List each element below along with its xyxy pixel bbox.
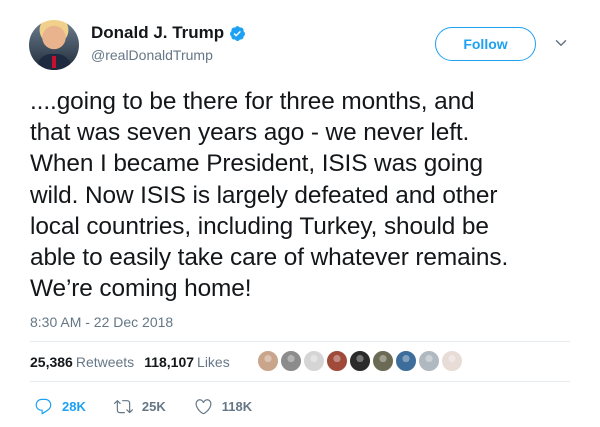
tweet-actions: 28K 25K 118K bbox=[34, 397, 280, 416]
retweets-count: 25,386 bbox=[30, 354, 73, 370]
user-handle[interactable]: @realDonaldTrump bbox=[91, 47, 213, 63]
liker-avatar[interactable] bbox=[441, 350, 463, 372]
reply-button[interactable]: 28K bbox=[34, 397, 86, 416]
avatar-tie bbox=[52, 56, 56, 68]
user-name[interactable]: Donald J. Trump bbox=[91, 23, 224, 43]
likes-label: Likes bbox=[197, 354, 230, 370]
tweet-line: able to easily take care of whatever rem… bbox=[30, 244, 509, 272]
chevron-down-icon[interactable] bbox=[552, 34, 570, 52]
retweet-icon bbox=[113, 400, 133, 414]
follow-button[interactable]: Follow bbox=[435, 27, 536, 61]
liker-avatar[interactable] bbox=[303, 350, 325, 372]
reply-count: 28K bbox=[62, 399, 86, 414]
retweets-label: Retweets bbox=[75, 354, 135, 370]
tweet-line: that was seven years ago - we never left… bbox=[30, 119, 470, 147]
liker-avatar[interactable] bbox=[326, 350, 348, 372]
like-count: 118K bbox=[221, 399, 253, 414]
tweet-text: ....going to be there for three months, … bbox=[30, 86, 585, 304]
user-name-row[interactable]: Donald J. Trump bbox=[91, 23, 246, 43]
verified-badge-icon bbox=[230, 25, 246, 41]
like-button[interactable]: 118K bbox=[194, 397, 252, 416]
retweet-button[interactable]: 25K bbox=[113, 397, 166, 416]
avatar[interactable] bbox=[29, 20, 79, 70]
tweet-line: wild. Now ISIS is largely defeated and o… bbox=[30, 181, 498, 209]
liker-avatar[interactable] bbox=[395, 350, 417, 372]
retweet-count: 25K bbox=[141, 399, 166, 414]
liker-avatar[interactable] bbox=[418, 350, 440, 372]
engagement-stats: 25,386 Retweets 118,107 Likes bbox=[30, 354, 240, 370]
liker-avatar[interactable] bbox=[280, 350, 302, 372]
tweet-line: We’re coming home! bbox=[30, 275, 252, 303]
tweet-line: ....going to be there for three months, … bbox=[30, 88, 475, 115]
tweet-timestamp[interactable]: 8:30 AM - 22 Dec 2018 bbox=[30, 314, 173, 330]
tweet-line: local countries, including Turkey, shoul… bbox=[30, 212, 489, 240]
likes-count: 118,107 bbox=[144, 354, 195, 370]
reply-icon bbox=[35, 398, 52, 415]
likes-stat[interactable]: 118,107 Likes bbox=[144, 354, 230, 370]
heart-icon bbox=[195, 399, 212, 415]
liker-avatars bbox=[257, 350, 464, 372]
liker-avatar[interactable] bbox=[349, 350, 371, 372]
liker-avatar[interactable] bbox=[257, 350, 279, 372]
liker-avatar[interactable] bbox=[372, 350, 394, 372]
divider bbox=[30, 341, 570, 342]
divider bbox=[30, 381, 570, 382]
tweet-line: When I became President, ISIS was going bbox=[30, 150, 483, 178]
retweets-stat[interactable]: 25,386 Retweets bbox=[30, 354, 134, 370]
